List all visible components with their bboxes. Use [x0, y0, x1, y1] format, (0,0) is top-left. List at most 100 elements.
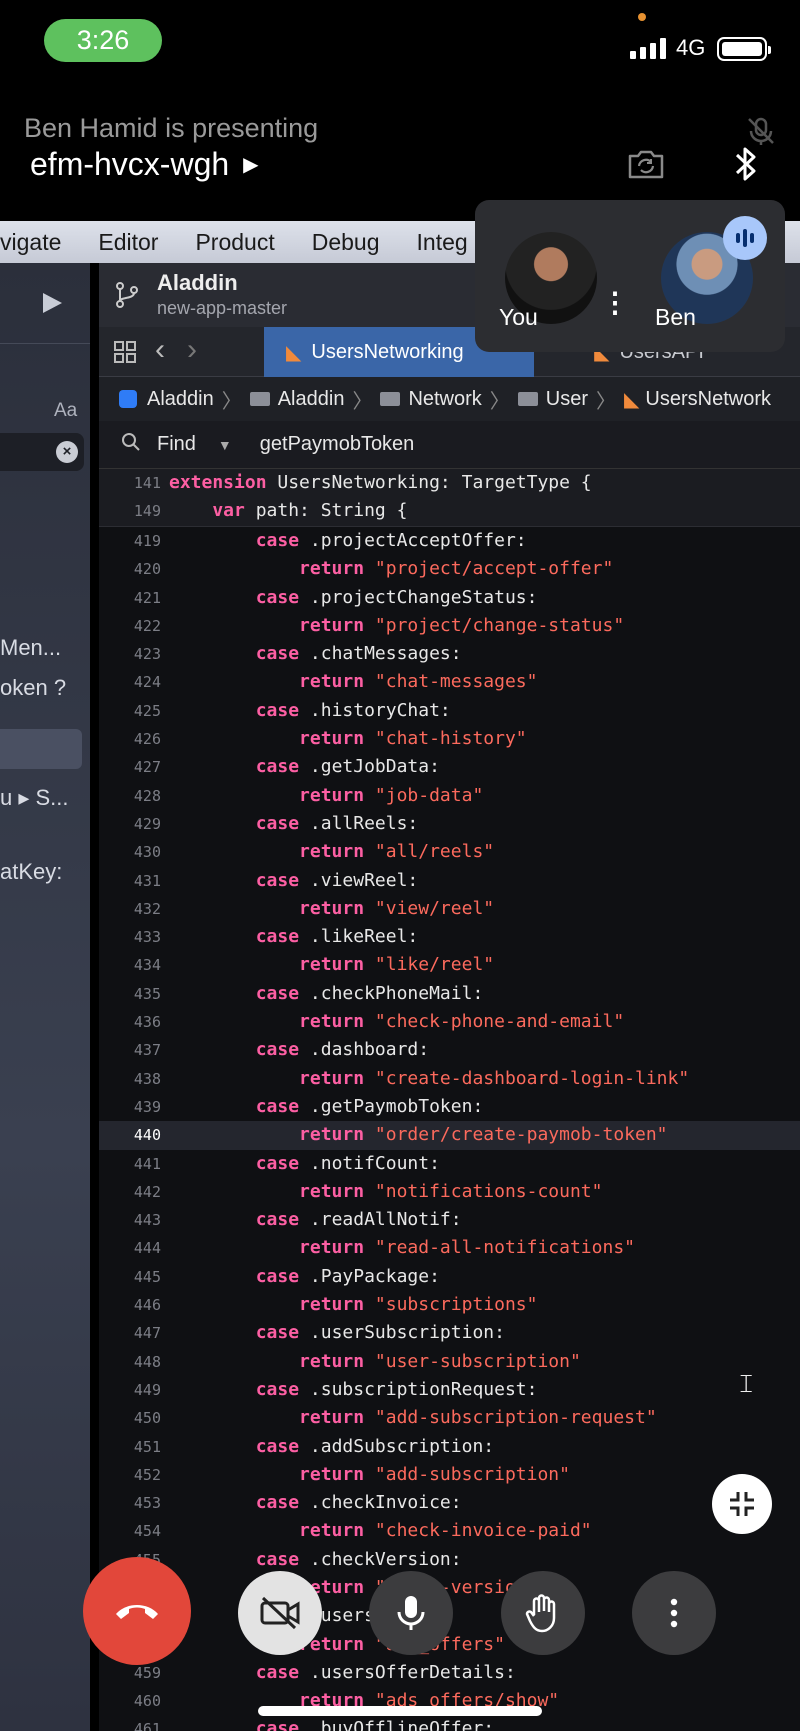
line-number: 446 — [133, 1296, 161, 1315]
more-vert-icon[interactable]: ⋮ — [601, 289, 629, 317]
code-text: case .userSubscription: — [255, 1322, 505, 1344]
camera-off-icon — [260, 1596, 300, 1630]
line-number: 452 — [133, 1465, 161, 1484]
code-line: 442 return "notifications-count" — [99, 1178, 800, 1206]
forward-icon: › — [187, 333, 197, 366]
code-line: 420 return "project/accept-offer" — [99, 555, 800, 583]
battery-icon — [717, 37, 771, 61]
code-line: 451 case .addSubscription: — [99, 1433, 800, 1461]
line-number: 420 — [133, 560, 161, 579]
code-text: case .viewReel: — [255, 869, 419, 891]
code-text: case .notifCount: — [255, 1152, 440, 1174]
end-call-button[interactable] — [83, 1557, 191, 1665]
line-number: 437 — [133, 1041, 161, 1060]
hang-up-icon — [116, 1605, 158, 1619]
sidebar-item: Men... — [0, 635, 62, 660]
line-number: 453 — [133, 1494, 161, 1513]
breadcrumb-item: Network — [408, 387, 482, 410]
line-number: 454 — [133, 1522, 161, 1541]
sticky-code-line: 141 extension UsersNetworking: TargetType… — [99, 469, 800, 497]
presenter-label: Ben Hamid is presenting — [24, 113, 319, 143]
sidebar-item: u ▸ S... — [0, 785, 69, 810]
code-text: return "add-subscription" — [299, 1463, 570, 1485]
font-toggle: Aa — [54, 400, 78, 421]
more-options-button[interactable] — [632, 1571, 716, 1655]
participant-name: You — [499, 304, 538, 330]
code-line: 447 case .userSubscription: — [99, 1319, 800, 1347]
code-line: 429 case .allReels: — [99, 810, 800, 838]
code-line: 455 case .checkVersion: — [99, 1546, 800, 1574]
line-number: 432 — [133, 899, 161, 918]
speaking-indicator-icon — [723, 216, 767, 260]
more-vert-icon — [670, 1598, 678, 1628]
participant-pip[interactable]: You ⋮ Ben — [475, 200, 785, 352]
highlighted-code-line: 440 return "order/create-paymob-token" — [99, 1121, 800, 1150]
branch-name: new-app-master — [157, 298, 288, 318]
bluetooth-icon[interactable] — [724, 142, 768, 186]
line-number: 424 — [133, 673, 161, 692]
code-text: return "order/create-paymob-token" — [299, 1124, 668, 1146]
line-number: 423 — [133, 645, 161, 664]
code-line: 425 case .historyChat: — [99, 697, 800, 725]
code-line: 422 return "project/change-status" — [99, 612, 800, 640]
shared-screen: vigate Editor Product Debug Integ Aa × M… — [0, 221, 800, 1731]
code-line: 430 return "all/reels" — [99, 838, 800, 866]
camera-toggle-button[interactable] — [238, 1571, 322, 1655]
swift-file-icon: ◣ — [624, 388, 640, 411]
code-text: return "all/reels" — [299, 841, 495, 863]
signal-icon — [630, 37, 666, 59]
code-text: return "add-subscription-request" — [299, 1407, 657, 1429]
switch-camera-icon[interactable] — [624, 142, 668, 186]
code-line: 423 case .chatMessages: — [99, 640, 800, 668]
line-number: 426 — [133, 730, 161, 749]
code-text: case .PayPackage: — [255, 1265, 440, 1287]
menu-integrate: Integ — [416, 228, 468, 255]
line-number: 449 — [133, 1380, 161, 1399]
line-number: 433 — [133, 928, 161, 947]
code-text: case .subscriptionRequest: — [255, 1378, 538, 1400]
code-text: case .checkPhoneMail: — [255, 982, 484, 1004]
line-number: 149 — [133, 502, 161, 521]
line-number: 438 — [133, 1069, 161, 1088]
microphone-button[interactable] — [369, 1571, 453, 1655]
line-number: 448 — [133, 1352, 161, 1371]
line-number: 461 — [133, 1720, 161, 1731]
code-line: 438 return "create-dashboard-login-link" — [99, 1065, 800, 1093]
code-line: 426 return "chat-history" — [99, 725, 800, 753]
folder-icon — [517, 392, 538, 406]
code-text: case .buyOfflineOffer: — [255, 1718, 495, 1731]
sidebar-item: atKey: — [0, 859, 63, 884]
line-number: 460 — [133, 1692, 161, 1711]
meeting-code-button[interactable]: efm-hvcx-wgh ▶ — [30, 146, 259, 183]
find-label: Find — [157, 433, 196, 455]
code-line: 428 return "job-data" — [99, 782, 800, 810]
text-cursor-icon: 𝙸 — [737, 1369, 756, 1399]
code-text: return "subscriptions" — [299, 1294, 538, 1316]
raise-hand-button[interactable] — [501, 1571, 585, 1655]
code-text: case .allReels: — [255, 812, 419, 834]
breadcrumb-item: UsersNetwork — [645, 387, 771, 410]
code-text: case .getJobData: — [255, 756, 440, 778]
line-number: 430 — [133, 843, 161, 862]
back-icon: ‹ — [155, 333, 165, 366]
line-number: 434 — [133, 956, 161, 975]
menu-product: Product — [195, 228, 275, 255]
clear-icon: × — [56, 441, 78, 463]
code-text: case .dashboard: — [255, 1039, 430, 1061]
project-name: Aladdin — [157, 270, 238, 295]
line-number: 444 — [133, 1239, 161, 1258]
line-number: 435 — [133, 984, 161, 1003]
sticky-header: 141 extension UsersNetworking: TargetType… — [99, 469, 800, 527]
code-line: 421 case .projectChangeStatus: — [99, 584, 800, 612]
code-text: return "project/accept-offer" — [299, 558, 614, 580]
tab-label: UsersNetworking — [311, 340, 464, 363]
line-number: 422 — [133, 616, 161, 635]
sidebar-selection — [0, 729, 82, 769]
recording-indicator — [638, 13, 646, 21]
exit-fullscreen-button[interactable] — [712, 1474, 772, 1534]
code-text: return "view/reel" — [299, 897, 495, 919]
code-line: 446 return "subscriptions" — [99, 1291, 800, 1319]
line-number: 427 — [133, 758, 161, 777]
line-number: 141 — [133, 474, 161, 492]
code-line: 432 return "view/reel" — [99, 895, 800, 923]
